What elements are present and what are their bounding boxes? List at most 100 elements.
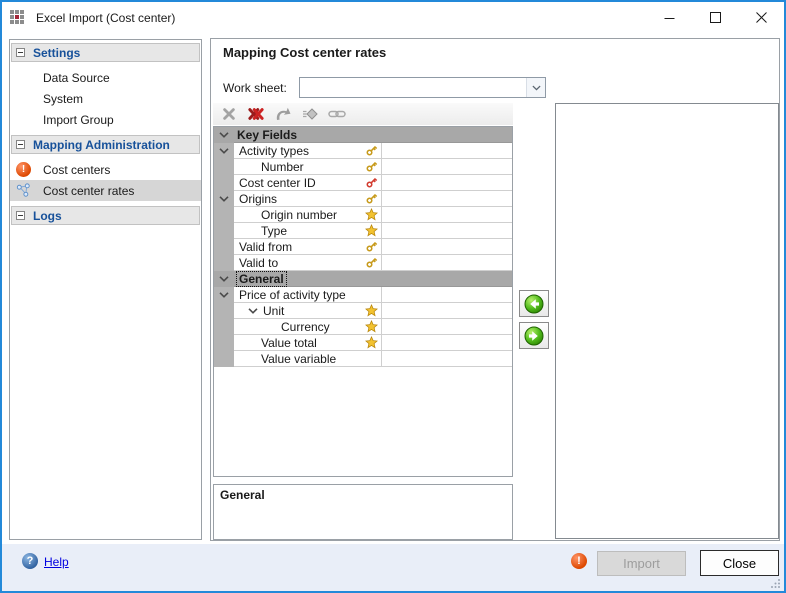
expander-cell[interactable] (214, 207, 234, 223)
mapping-value-cell[interactable] (382, 351, 512, 367)
worksheet-columns-panel[interactable] (555, 103, 779, 539)
worksheet-combobox[interactable] (299, 77, 546, 98)
sidebar-item-label: Import Group (43, 113, 114, 127)
expander-cell[interactable] (214, 191, 234, 207)
mapping-icon (16, 183, 31, 198)
yellow-key-icon (365, 240, 378, 253)
tree-row[interactable]: Value total (214, 335, 512, 351)
tree-section-row[interactable]: General (214, 271, 512, 287)
maximize-button[interactable] (692, 2, 738, 33)
sidebar-item-label: Cost center rates (43, 184, 134, 198)
expander-cell[interactable] (214, 271, 234, 287)
close-button[interactable] (738, 2, 784, 33)
mapping-value-cell[interactable] (382, 335, 512, 351)
mapping-value-cell[interactable] (382, 223, 512, 239)
yellow-star-icon (365, 304, 378, 317)
mapping-value-cell[interactable] (382, 175, 512, 191)
tree-row[interactable]: Number (214, 159, 512, 175)
sidebar-section-settings[interactable]: Settings (11, 43, 200, 62)
expander-cell[interactable] (214, 127, 234, 143)
tree-row[interactable]: Valid to (214, 255, 512, 271)
expander-cell[interactable] (214, 255, 234, 271)
expander-cell[interactable] (214, 159, 234, 175)
expander-cell[interactable] (214, 175, 234, 191)
sidebar-section-logs[interactable]: Logs (11, 206, 200, 225)
tree-row[interactable]: Type (214, 223, 512, 239)
sidebar-section-mapping-administration[interactable]: Mapping Administration (11, 135, 200, 154)
tree-row[interactable]: Currency (214, 319, 512, 335)
app-icon (10, 10, 26, 26)
sidebar-item-label: System (43, 92, 83, 106)
expander-cell[interactable] (214, 351, 234, 367)
move-right-button[interactable] (519, 322, 549, 349)
chevron-down-icon[interactable] (248, 308, 258, 314)
title-bar[interactable]: Excel Import (Cost center) (2, 2, 784, 33)
expander-cell[interactable] (214, 287, 234, 303)
help-link[interactable]: Help (44, 555, 69, 569)
tree-row[interactable]: Value variable (214, 351, 512, 367)
delete-all-mappings-button[interactable] (246, 105, 266, 123)
field-label: Valid from (239, 240, 292, 254)
move-left-button[interactable] (519, 290, 549, 317)
section-label: General (237, 272, 286, 286)
expander-cell[interactable] (214, 303, 234, 319)
chevron-down-icon[interactable] (526, 78, 545, 97)
chevron-down-icon (219, 196, 229, 202)
tree-row[interactable]: Price of activity type (214, 287, 512, 303)
tree-section-row[interactable]: Key Fields (214, 127, 512, 143)
sidebar-item-cost-centers[interactable]: ! Cost centers (10, 159, 201, 180)
yellow-star-icon (365, 224, 378, 237)
field-label: Currency (281, 320, 330, 334)
delete-icon (222, 107, 236, 121)
chevron-down-icon (219, 276, 229, 282)
tree-row[interactable]: Valid from (214, 239, 512, 255)
delete-mapping-button[interactable] (219, 105, 239, 123)
mapping-value-cell[interactable] (382, 239, 512, 255)
undo-mapping-button[interactable] (273, 105, 293, 123)
tree-row[interactable]: Activity types (214, 143, 512, 159)
mapping-value-cell[interactable] (382, 191, 512, 207)
tree-row[interactable]: Unit (214, 303, 512, 319)
resize-grip[interactable] (771, 578, 781, 588)
collapse-icon[interactable] (16, 48, 25, 57)
link-button[interactable] (327, 105, 347, 123)
description-title: General (220, 488, 506, 502)
collapse-icon[interactable] (16, 211, 25, 220)
yellow-star-icon (365, 320, 378, 333)
expander-cell[interactable] (214, 239, 234, 255)
sidebar-item-data-source[interactable]: Data Source (10, 67, 201, 88)
sidebar-item-cost-center-rates[interactable]: Cost center rates (10, 180, 201, 201)
close-icon (756, 12, 767, 23)
red-key-icon (365, 176, 378, 189)
arrow-left-icon (524, 294, 544, 314)
close-dialog-button[interactable]: Close (700, 550, 779, 576)
tree-row[interactable]: Origins (214, 191, 512, 207)
section-title: Mapping Administration (33, 138, 170, 152)
field-label: Cost center ID (239, 176, 316, 190)
expander-cell[interactable] (214, 335, 234, 351)
maximize-icon (710, 12, 721, 23)
mapping-value-cell[interactable] (382, 159, 512, 175)
section-title: Settings (33, 46, 80, 60)
mapping-value-cell[interactable] (382, 255, 512, 271)
expander-cell[interactable] (214, 143, 234, 159)
expander-cell[interactable] (214, 223, 234, 239)
mapping-value-cell[interactable] (382, 319, 512, 335)
sidebar-item-import-group[interactable]: Import Group (10, 109, 201, 130)
automap-button[interactable] (300, 105, 320, 123)
mapping-value-cell[interactable] (382, 207, 512, 223)
tree-row[interactable]: Origin number (214, 207, 512, 223)
yellow-key-icon (365, 192, 378, 205)
field-label: Valid to (239, 256, 278, 270)
tree-row[interactable]: Cost center ID (214, 175, 512, 191)
expander-cell[interactable] (214, 319, 234, 335)
sidebar-item-system[interactable]: System (10, 88, 201, 109)
field-label: Origin number (261, 208, 337, 222)
mapping-value-cell[interactable] (382, 143, 512, 159)
mapping-value-cell[interactable] (382, 287, 512, 303)
import-button[interactable]: Import (597, 551, 686, 576)
collapse-icon[interactable] (16, 140, 25, 149)
minimize-button[interactable] (646, 2, 692, 33)
mapping-value-cell[interactable] (382, 303, 512, 319)
yellow-key-icon (365, 160, 378, 173)
